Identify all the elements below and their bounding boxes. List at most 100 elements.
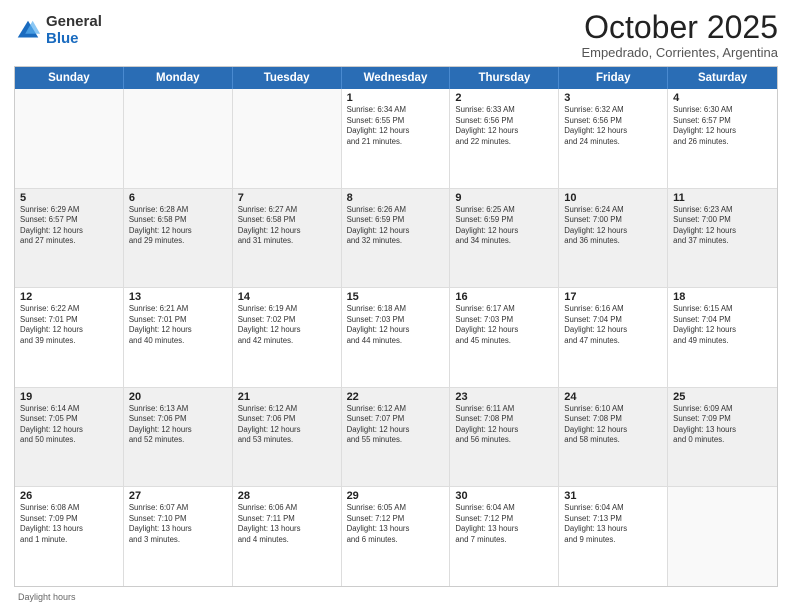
- header: General Blue October 2025 Empedrado, Cor…: [14, 10, 778, 60]
- cal-cell: 5Sunrise: 6:29 AM Sunset: 6:57 PM Daylig…: [15, 189, 124, 288]
- footer: Daylight hours: [14, 592, 778, 602]
- cal-week-row: 5Sunrise: 6:29 AM Sunset: 6:57 PM Daylig…: [15, 189, 777, 289]
- day-info: Sunrise: 6:24 AM Sunset: 7:00 PM Dayligh…: [564, 205, 662, 247]
- cal-cell: 15Sunrise: 6:18 AM Sunset: 7:03 PM Dayli…: [342, 288, 451, 387]
- cal-cell: [233, 89, 342, 188]
- day-info: Sunrise: 6:12 AM Sunset: 7:06 PM Dayligh…: [238, 404, 336, 446]
- cal-cell: 29Sunrise: 6:05 AM Sunset: 7:12 PM Dayli…: [342, 487, 451, 586]
- day-info: Sunrise: 6:17 AM Sunset: 7:03 PM Dayligh…: [455, 304, 553, 346]
- cal-header-day: Tuesday: [233, 67, 342, 89]
- day-number: 15: [347, 291, 445, 303]
- day-number: 3: [564, 92, 662, 104]
- day-info: Sunrise: 6:10 AM Sunset: 7:08 PM Dayligh…: [564, 404, 662, 446]
- day-info: Sunrise: 6:16 AM Sunset: 7:04 PM Dayligh…: [564, 304, 662, 346]
- cal-week-row: 1Sunrise: 6:34 AM Sunset: 6:55 PM Daylig…: [15, 89, 777, 189]
- day-info: Sunrise: 6:14 AM Sunset: 7:05 PM Dayligh…: [20, 404, 118, 446]
- logo-blue: Blue: [46, 31, 102, 48]
- day-number: 11: [673, 192, 772, 204]
- footer-text: Daylight hours: [18, 592, 76, 602]
- day-info: Sunrise: 6:23 AM Sunset: 7:00 PM Dayligh…: [673, 205, 772, 247]
- day-info: Sunrise: 6:26 AM Sunset: 6:59 PM Dayligh…: [347, 205, 445, 247]
- day-number: 22: [347, 391, 445, 403]
- day-number: 1: [347, 92, 445, 104]
- logo-general: General: [46, 14, 102, 31]
- cal-cell: 6Sunrise: 6:28 AM Sunset: 6:58 PM Daylig…: [124, 189, 233, 288]
- day-number: 29: [347, 490, 445, 502]
- cal-cell: 22Sunrise: 6:12 AM Sunset: 7:07 PM Dayli…: [342, 388, 451, 487]
- day-number: 27: [129, 490, 227, 502]
- day-info: Sunrise: 6:07 AM Sunset: 7:10 PM Dayligh…: [129, 503, 227, 545]
- day-info: Sunrise: 6:19 AM Sunset: 7:02 PM Dayligh…: [238, 304, 336, 346]
- day-info: Sunrise: 6:06 AM Sunset: 7:11 PM Dayligh…: [238, 503, 336, 545]
- cal-cell: 19Sunrise: 6:14 AM Sunset: 7:05 PM Dayli…: [15, 388, 124, 487]
- day-number: 20: [129, 391, 227, 403]
- cal-cell: 11Sunrise: 6:23 AM Sunset: 7:00 PM Dayli…: [668, 189, 777, 288]
- day-number: 13: [129, 291, 227, 303]
- cal-cell: 14Sunrise: 6:19 AM Sunset: 7:02 PM Dayli…: [233, 288, 342, 387]
- day-number: 2: [455, 92, 553, 104]
- cal-cell: 25Sunrise: 6:09 AM Sunset: 7:09 PM Dayli…: [668, 388, 777, 487]
- cal-header-day: Friday: [559, 67, 668, 89]
- day-info: Sunrise: 6:33 AM Sunset: 6:56 PM Dayligh…: [455, 105, 553, 147]
- day-number: 23: [455, 391, 553, 403]
- page: General Blue October 2025 Empedrado, Cor…: [0, 0, 792, 612]
- cal-cell: 1Sunrise: 6:34 AM Sunset: 6:55 PM Daylig…: [342, 89, 451, 188]
- logo: General Blue: [14, 14, 102, 47]
- day-number: 24: [564, 391, 662, 403]
- subtitle: Empedrado, Corrientes, Argentina: [581, 45, 778, 60]
- day-number: 17: [564, 291, 662, 303]
- cal-cell: 31Sunrise: 6:04 AM Sunset: 7:13 PM Dayli…: [559, 487, 668, 586]
- cal-cell: 3Sunrise: 6:32 AM Sunset: 6:56 PM Daylig…: [559, 89, 668, 188]
- cal-header-day: Monday: [124, 67, 233, 89]
- day-info: Sunrise: 6:04 AM Sunset: 7:12 PM Dayligh…: [455, 503, 553, 545]
- cal-week-row: 26Sunrise: 6:08 AM Sunset: 7:09 PM Dayli…: [15, 487, 777, 586]
- day-number: 12: [20, 291, 118, 303]
- calendar-body: 1Sunrise: 6:34 AM Sunset: 6:55 PM Daylig…: [15, 89, 777, 586]
- day-number: 16: [455, 291, 553, 303]
- day-info: Sunrise: 6:05 AM Sunset: 7:12 PM Dayligh…: [347, 503, 445, 545]
- cal-cell: 2Sunrise: 6:33 AM Sunset: 6:56 PM Daylig…: [450, 89, 559, 188]
- day-info: Sunrise: 6:34 AM Sunset: 6:55 PM Dayligh…: [347, 105, 445, 147]
- day-info: Sunrise: 6:09 AM Sunset: 7:09 PM Dayligh…: [673, 404, 772, 446]
- cal-cell: 23Sunrise: 6:11 AM Sunset: 7:08 PM Dayli…: [450, 388, 559, 487]
- cal-cell: 7Sunrise: 6:27 AM Sunset: 6:58 PM Daylig…: [233, 189, 342, 288]
- cal-header-day: Sunday: [15, 67, 124, 89]
- cal-cell: 13Sunrise: 6:21 AM Sunset: 7:01 PM Dayli…: [124, 288, 233, 387]
- cal-cell: 24Sunrise: 6:10 AM Sunset: 7:08 PM Dayli…: [559, 388, 668, 487]
- day-info: Sunrise: 6:04 AM Sunset: 7:13 PM Dayligh…: [564, 503, 662, 545]
- cal-week-row: 12Sunrise: 6:22 AM Sunset: 7:01 PM Dayli…: [15, 288, 777, 388]
- logo-text: General Blue: [46, 14, 102, 47]
- cal-cell: 9Sunrise: 6:25 AM Sunset: 6:59 PM Daylig…: [450, 189, 559, 288]
- day-info: Sunrise: 6:30 AM Sunset: 6:57 PM Dayligh…: [673, 105, 772, 147]
- cal-cell: 12Sunrise: 6:22 AM Sunset: 7:01 PM Dayli…: [15, 288, 124, 387]
- cal-header-day: Thursday: [450, 67, 559, 89]
- cal-cell: 21Sunrise: 6:12 AM Sunset: 7:06 PM Dayli…: [233, 388, 342, 487]
- day-number: 25: [673, 391, 772, 403]
- cal-cell: 28Sunrise: 6:06 AM Sunset: 7:11 PM Dayli…: [233, 487, 342, 586]
- day-number: 10: [564, 192, 662, 204]
- day-number: 31: [564, 490, 662, 502]
- day-number: 6: [129, 192, 227, 204]
- cal-cell: [15, 89, 124, 188]
- day-info: Sunrise: 6:12 AM Sunset: 7:07 PM Dayligh…: [347, 404, 445, 446]
- cal-cell: 17Sunrise: 6:16 AM Sunset: 7:04 PM Dayli…: [559, 288, 668, 387]
- day-number: 14: [238, 291, 336, 303]
- day-number: 7: [238, 192, 336, 204]
- cal-cell: 8Sunrise: 6:26 AM Sunset: 6:59 PM Daylig…: [342, 189, 451, 288]
- cal-cell: [668, 487, 777, 586]
- day-number: 8: [347, 192, 445, 204]
- day-info: Sunrise: 6:18 AM Sunset: 7:03 PM Dayligh…: [347, 304, 445, 346]
- calendar: SundayMondayTuesdayWednesdayThursdayFrid…: [14, 66, 778, 587]
- cal-cell: 30Sunrise: 6:04 AM Sunset: 7:12 PM Dayli…: [450, 487, 559, 586]
- cal-header-day: Wednesday: [342, 67, 451, 89]
- day-info: Sunrise: 6:27 AM Sunset: 6:58 PM Dayligh…: [238, 205, 336, 247]
- day-info: Sunrise: 6:29 AM Sunset: 6:57 PM Dayligh…: [20, 205, 118, 247]
- day-number: 19: [20, 391, 118, 403]
- day-number: 21: [238, 391, 336, 403]
- cal-cell: 10Sunrise: 6:24 AM Sunset: 7:00 PM Dayli…: [559, 189, 668, 288]
- cal-cell: 4Sunrise: 6:30 AM Sunset: 6:57 PM Daylig…: [668, 89, 777, 188]
- cal-cell: 16Sunrise: 6:17 AM Sunset: 7:03 PM Dayli…: [450, 288, 559, 387]
- day-info: Sunrise: 6:15 AM Sunset: 7:04 PM Dayligh…: [673, 304, 772, 346]
- calendar-header: SundayMondayTuesdayWednesdayThursdayFrid…: [15, 67, 777, 89]
- day-number: 5: [20, 192, 118, 204]
